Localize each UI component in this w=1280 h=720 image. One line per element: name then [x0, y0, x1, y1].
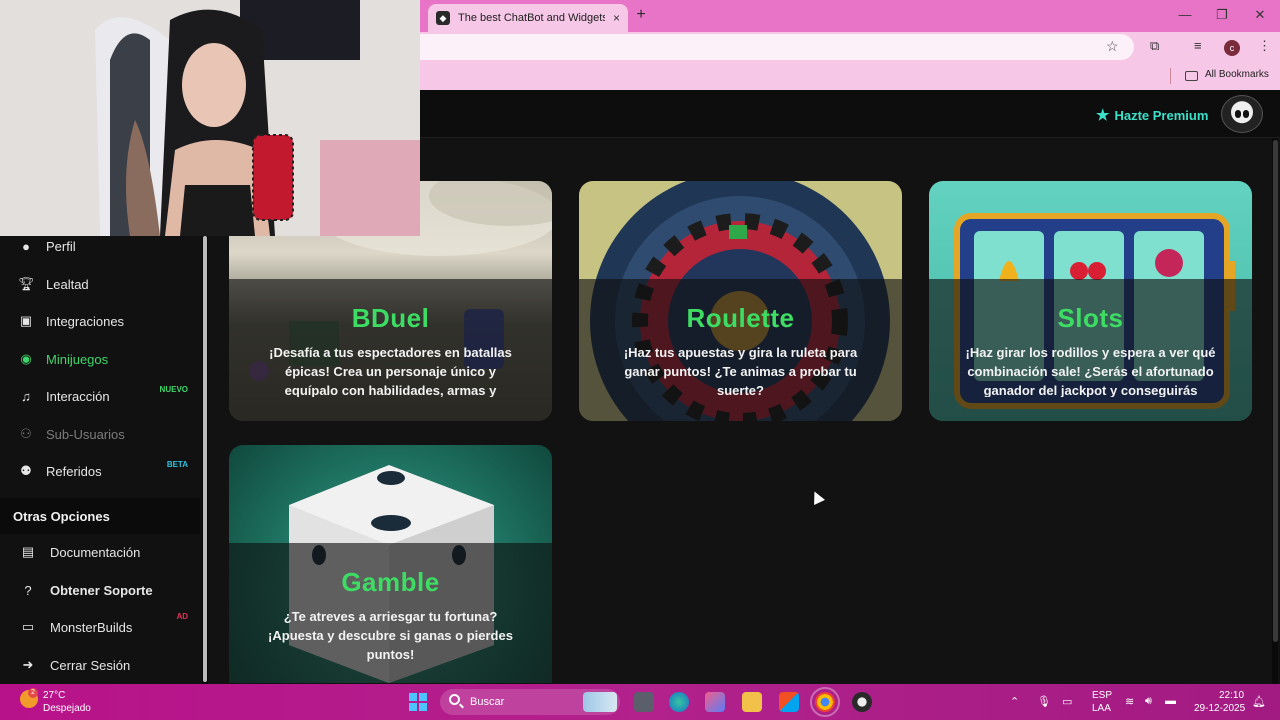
user-avatar[interactable]: [1221, 95, 1263, 133]
browser-tab[interactable]: ◆ The best ChatBot and Widgets ×: [428, 4, 628, 32]
notifications-icon[interactable]: 🔔︎: [1252, 695, 1266, 708]
game-description: ¡Haz girar los rodillos y espera a ver q…: [965, 345, 1216, 397]
gamepad-icon: ◉: [20, 351, 32, 366]
battery-icon[interactable]: ▬: [1165, 695, 1176, 707]
search-highlight-image: [583, 692, 617, 712]
sidebar-item-soporte[interactable]: ? Obtener Soporte: [0, 573, 200, 607]
sidebar-item-sub-usuarios[interactable]: ⚇ Sub-Usuarios: [0, 417, 200, 451]
sidebar-item-lealtad[interactable]: 🏆︎ Lealtad: [0, 267, 200, 301]
section-title: Otras Opciones: [13, 509, 110, 524]
game-card-roulette[interactable]: Roulette ¡Haz tus apuestas y gira la rul…: [579, 181, 902, 421]
close-window-button[interactable]: ✕: [1251, 6, 1269, 24]
tray-app-icon[interactable]: ▭: [1062, 695, 1072, 708]
windows-start-icon[interactable]: [409, 693, 427, 711]
trophy-icon: 🏆︎: [18, 276, 35, 291]
sidebar-item-label: Referidos: [46, 463, 102, 479]
sidebar-item-label: Cerrar Sesión: [50, 657, 131, 673]
tab-title: The best ChatBot and Widgets: [458, 12, 605, 24]
copilot-icon[interactable]: [705, 692, 725, 712]
referrals-icon: ⚉: [20, 463, 32, 478]
maximize-button[interactable]: ❐: [1213, 6, 1231, 24]
game-description: ¡Haz tus apuestas y gira la ruleta para …: [623, 345, 858, 397]
premium-button[interactable]: ★ Hazte Premium: [1096, 106, 1208, 124]
language-indicator[interactable]: ESP: [1092, 690, 1112, 701]
sidebar-item-interaccion[interactable]: ♫ Interacción NUEVO: [0, 379, 200, 413]
profile-avatar[interactable]: c: [1224, 40, 1240, 56]
sidebar-item-label: Minijuegos: [46, 351, 109, 367]
beta-badge: BETA: [166, 460, 188, 469]
weather-condition[interactable]: Despejado: [43, 703, 91, 714]
minimize-button[interactable]: —: [1176, 6, 1194, 24]
keyboard-layout[interactable]: LAA: [1092, 703, 1111, 714]
sidebar-item-integraciones[interactable]: ▣ Integraciones: [0, 304, 200, 338]
search-icon: [449, 694, 460, 705]
sidebar-item-label: Sub-Usuarios: [46, 426, 125, 442]
sidebar-item-label: Documentación: [50, 544, 141, 560]
sidebar-item-label: Obtener Soporte: [50, 582, 153, 598]
sidebar-item-label: Integraciones: [46, 313, 125, 329]
volume-icon[interactable]: 🔊︎: [1145, 695, 1152, 708]
sidebar-item-monsterbuilds[interactable]: ▭ MonsterBuilds AD: [0, 610, 200, 644]
microphone-icon[interactable]: 🎙︎: [1037, 695, 1051, 708]
main-scrollbar-thumb[interactable]: [1273, 140, 1278, 642]
menu-kebab-icon[interactable]: ⋮: [1258, 38, 1271, 54]
folder-icon: [1185, 71, 1198, 81]
game-title: Roulette: [686, 303, 795, 333]
edge-icon[interactable]: [669, 692, 689, 712]
chrome-icon[interactable]: [810, 687, 840, 717]
extensions-icon[interactable]: ⧉: [1150, 38, 1159, 54]
screen: ◆ The best ChatBot and Widgets × + — ❐ ✕…: [0, 0, 1280, 720]
ad-badge: AD: [176, 612, 188, 621]
sidebar-item-label: Lealtad: [46, 276, 89, 292]
weather-badge: 2: [28, 688, 38, 698]
game-title: Gamble: [341, 567, 440, 597]
search-placeholder[interactable]: Buscar: [470, 696, 504, 708]
temperature[interactable]: 27°C: [43, 690, 65, 701]
tab-favicon-icon: ◆: [436, 11, 450, 25]
music-icon: ♫: [21, 388, 31, 404]
sidebar-item-label: MonsterBuilds: [50, 619, 133, 635]
clock-time[interactable]: 22:10: [1219, 690, 1244, 701]
users-icon: ⚇: [20, 426, 32, 441]
game-title: BDuel: [351, 303, 430, 333]
store-icon[interactable]: [779, 692, 799, 712]
all-bookmarks-link[interactable]: All Bookmarks: [1205, 69, 1269, 80]
file-explorer-icon[interactable]: [742, 692, 762, 712]
obs-icon[interactable]: [852, 692, 872, 712]
webcam-scene: [0, 0, 420, 236]
clock-date[interactable]: 29-12-2025: [1194, 703, 1245, 714]
integrations-icon: ▣: [19, 313, 33, 328]
close-tab-icon[interactable]: ×: [613, 11, 620, 25]
mouse-cursor-icon: [809, 489, 825, 505]
sidebar-item-cerrar-sesion[interactable]: ➜ Cerrar Sesión: [0, 648, 200, 682]
game-card-gamble[interactable]: Gamble ¿Te atreves a arriesgar tu fortun…: [229, 445, 552, 683]
new-tab-button[interactable]: +: [632, 5, 650, 25]
docs-icon: ▤: [21, 544, 35, 559]
task-view-icon[interactable]: [634, 692, 654, 712]
game-card-slots[interactable]: Slots ¡Haz girar los rodillos y espera a…: [929, 181, 1252, 421]
sidebar-scrollbar-thumb[interactable]: [203, 236, 207, 682]
sidebar-item-minijuegos[interactable]: ◉ Minijuegos: [0, 342, 200, 376]
sidebar-item-label: Interacción: [46, 388, 110, 404]
help-icon: ?: [24, 582, 32, 598]
other-options-header: Otras Opciones: [0, 498, 200, 534]
bookmarks-separator: [1170, 68, 1171, 84]
premium-label: Hazte Premium: [1114, 107, 1209, 123]
bookmark-star-icon[interactable]: ☆: [1106, 38, 1119, 55]
star-icon: ★: [1096, 107, 1110, 124]
game-description: ¡Desafía a tus espectadores en batallas …: [269, 345, 512, 397]
sidebar-item-referidos[interactable]: ⚉ Referidos BETA: [0, 454, 200, 488]
tray-chevron-icon[interactable]: ⌃: [1010, 695, 1019, 708]
sidebar-item-documentacion[interactable]: ▤ Documentación: [0, 535, 200, 569]
laptop-icon: ▭: [21, 619, 35, 634]
media-controls-icon[interactable]: ≡: [1194, 38, 1202, 53]
game-description: ¿Te atreves a arriesgar tu fortuna? ¡Apu…: [268, 609, 513, 662]
wifi-icon[interactable]: ≋: [1125, 695, 1134, 708]
game-title: Slots: [1057, 303, 1124, 333]
webcam-overlay: [0, 0, 420, 236]
sidebar-item-label: Perfil: [46, 238, 76, 254]
logout-icon: ➜: [22, 657, 34, 672]
user-icon: ●: [22, 238, 30, 254]
new-badge: NUEVO: [159, 385, 188, 394]
